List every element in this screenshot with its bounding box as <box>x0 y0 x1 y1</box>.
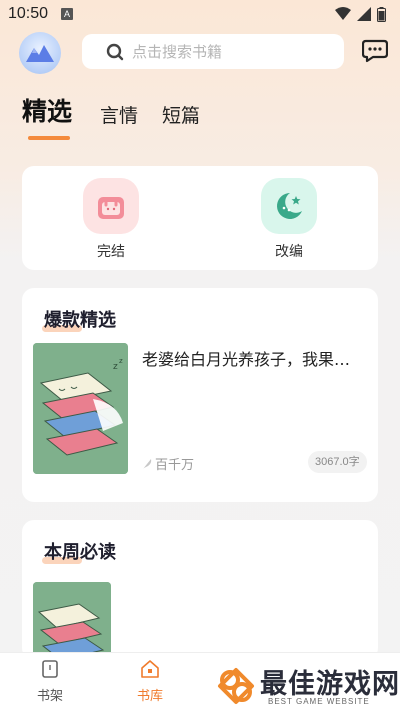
svg-text:z: z <box>119 357 123 365</box>
notification-icon: A <box>61 8 73 20</box>
category-label: 完结 <box>97 244 125 260</box>
watermark-logo-icon <box>218 668 254 704</box>
wifi-icon <box>335 7 351 20</box>
search-input[interactable]: 点击搜索书籍 <box>82 34 344 69</box>
mountain-logo-icon <box>26 45 54 62</box>
nav-label: 书库 <box>136 689 163 704</box>
library-home-icon <box>141 660 159 678</box>
bookshelf-icon <box>42 660 58 678</box>
nav-bookshelf[interactable]: 书架 <box>20 659 80 704</box>
svg-text:z: z <box>113 362 118 372</box>
feather-pen-icon <box>143 458 152 469</box>
section-title-wrap: 本周必读 <box>42 538 116 564</box>
rabbit-box-icon <box>98 197 124 219</box>
category-completed[interactable]: 完结 <box>76 178 146 261</box>
tab-romance[interactable]: 言情 <box>100 101 138 128</box>
tab-active-indicator <box>28 136 70 140</box>
status-bar: 10:50 A <box>0 0 400 28</box>
section-title: 本周必读 <box>44 542 116 563</box>
status-time: 10:50 <box>8 5 49 22</box>
moon-star-icon <box>277 193 302 219</box>
category-tabs: 精选 言情 短篇 <box>22 88 224 140</box>
section-weekly-must-read: 本周必读 <box>22 520 378 660</box>
category-label: 改编 <box>275 244 303 260</box>
book-title[interactable]: 老婆给白月光养孩子，我果断离婚 <box>142 346 362 370</box>
nav-library[interactable]: 书库 <box>120 659 180 704</box>
section-title: 爆款精选 <box>44 310 116 331</box>
word-count-badge: 3067.0字 <box>308 451 367 473</box>
tab-label: 精选 <box>22 97 73 126</box>
section-title-wrap: 爆款精选 <box>42 306 116 332</box>
app-logo[interactable] <box>19 32 61 74</box>
section-hot-picks: 爆款精选 z z 老婆给白月光养孩子，我果断离婚 百千万 3067.0字 <box>22 288 378 502</box>
watermark-text: 最佳游戏网 <box>260 669 400 700</box>
tab-featured[interactable]: 精选 <box>22 92 73 140</box>
signal-icon <box>357 7 371 21</box>
tab-short-stories[interactable]: 短篇 <box>162 101 200 128</box>
category-card: 完结 改编 <box>22 166 378 270</box>
search-placeholder: 点击搜索书籍 <box>132 43 223 61</box>
watermark: 最佳游戏网 BEST GAME WEBSITE <box>212 660 400 712</box>
chat-bubble-icon <box>361 39 389 63</box>
category-adapted[interactable]: 改编 <box>254 178 324 261</box>
nav-label: 书架 <box>36 689 63 704</box>
status-icons <box>335 6 386 22</box>
book-author: 百千万 <box>142 454 194 473</box>
author-name: 百千万 <box>155 458 195 473</box>
tab-label: 短篇 <box>162 105 201 127</box>
tab-label: 言情 <box>100 105 139 127</box>
book-cover-illustration: z z <box>33 343 128 474</box>
message-button[interactable] <box>361 39 389 63</box>
book-cover-illustration <box>33 582 111 660</box>
search-icon <box>106 43 124 60</box>
book-cover[interactable]: z z <box>33 343 128 474</box>
battery-icon <box>377 6 386 22</box>
watermark-subtext: BEST GAME WEBSITE <box>268 697 370 706</box>
category-icon-bg <box>83 178 139 234</box>
book-cover[interactable] <box>33 582 111 660</box>
category-icon-bg <box>261 178 317 234</box>
